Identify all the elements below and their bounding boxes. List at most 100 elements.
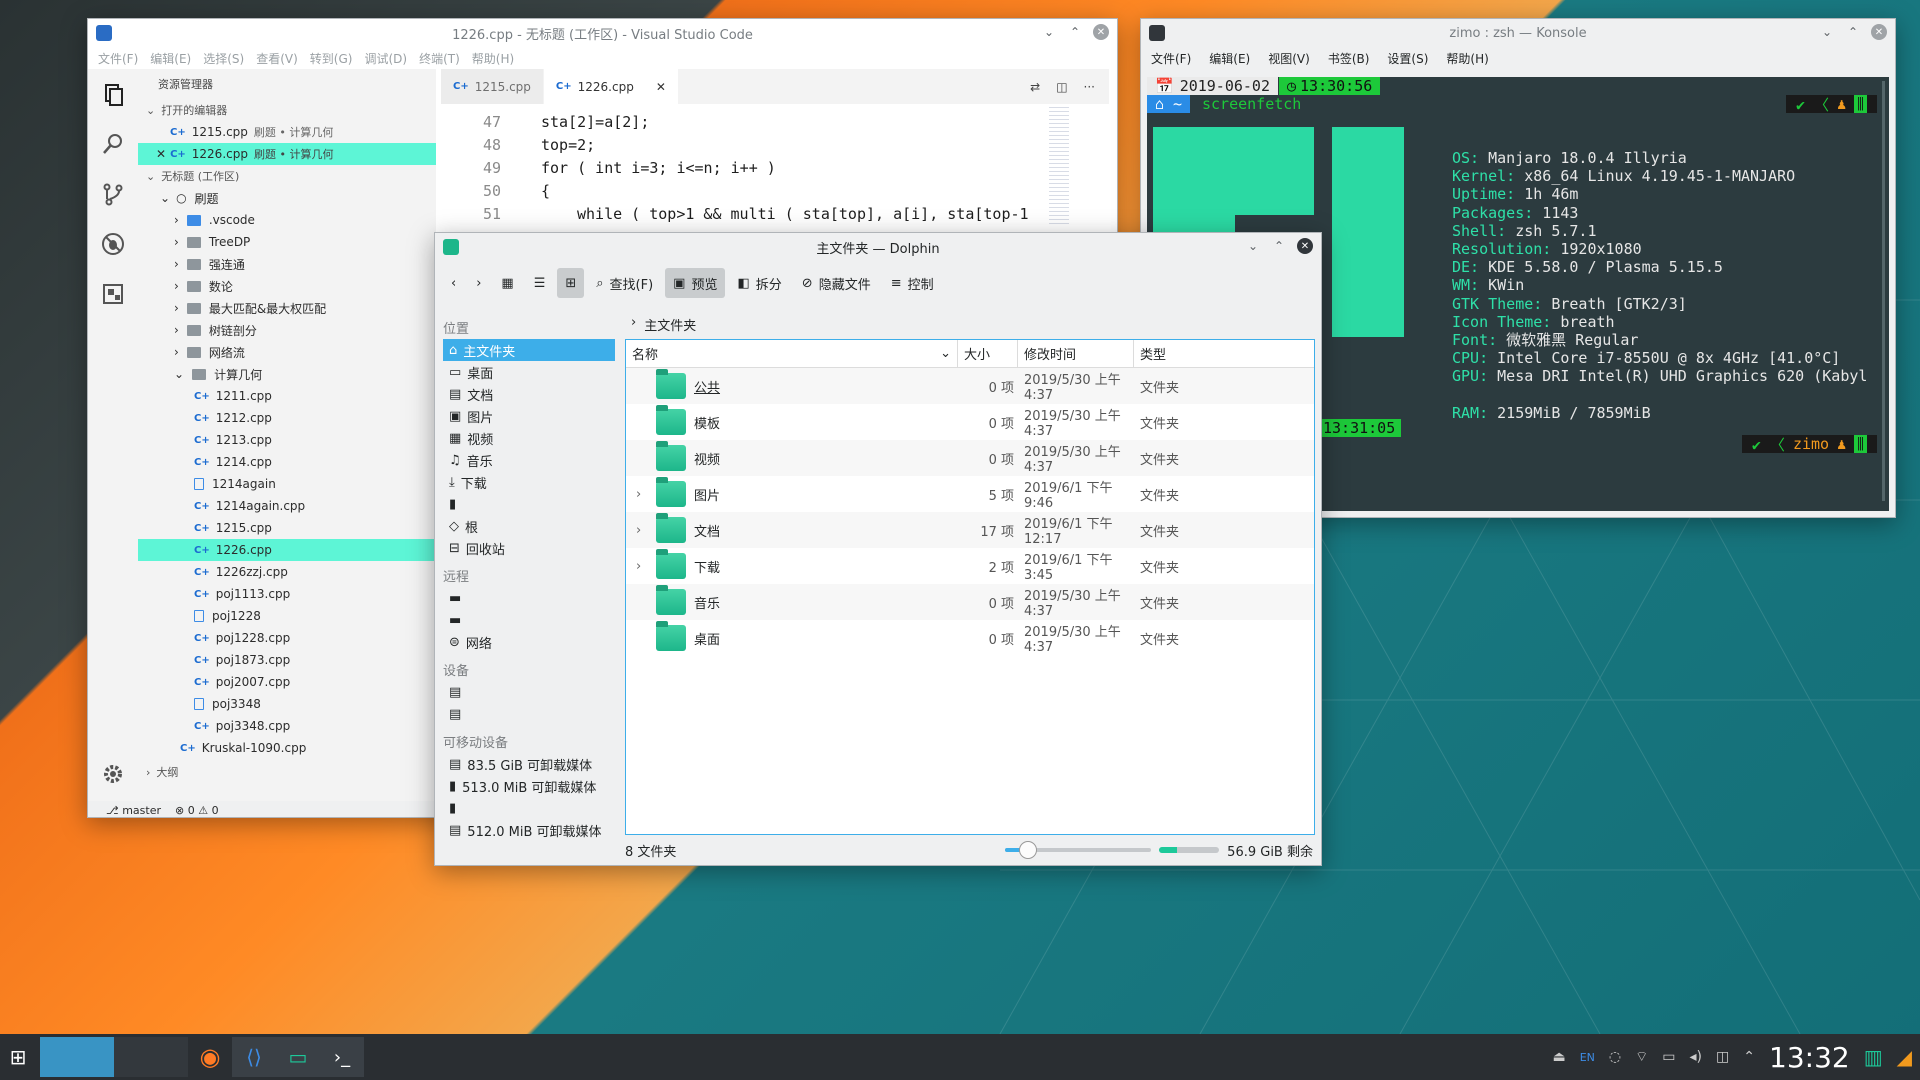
split-button[interactable]: ◧ 拆分: [729, 268, 789, 298]
tree-file[interactable]: C+ 1226zzj.cpp: [138, 561, 436, 583]
device-item[interactable]: ▤: [443, 681, 615, 703]
device-item[interactable]: ▤: [443, 703, 615, 725]
place-item[interactable]: ▤ 文档: [443, 383, 615, 405]
tree-file[interactable]: C+ poj1873.cpp: [138, 649, 436, 671]
problems-status[interactable]: ⊗ 0 ⚠ 0: [175, 804, 219, 817]
workspace-section[interactable]: ⌄ 无标题 (工作区): [138, 165, 436, 187]
remote-item[interactable]: ▬: [443, 587, 615, 609]
file-row[interactable]: › 文档 17 项 2019/6/1 下午12:17 文件夹: [626, 512, 1314, 548]
place-item[interactable]: ⊟ 回收站: [443, 537, 615, 559]
tree-file[interactable]: C+ 1213.cpp: [138, 429, 436, 451]
more-icon[interactable]: ···: [1084, 80, 1095, 94]
minimize-icon[interactable]: ⌄: [1819, 24, 1835, 40]
open-editors-section[interactable]: ⌄ 打开的编辑器: [138, 99, 436, 121]
details-view-button[interactable]: ⊞: [557, 268, 585, 298]
place-item[interactable]: ♫ 音乐: [443, 449, 615, 471]
tree-folder-root[interactable]: ⌄ ○ 刷题: [138, 187, 436, 209]
menu-bookmarks[interactable]: 书签(B): [1328, 50, 1370, 67]
menu-edit[interactable]: 编辑(E): [1209, 50, 1250, 67]
tree-file[interactable]: 1214again: [138, 473, 436, 495]
battery-icon[interactable]: ▭: [1662, 1049, 1675, 1065]
split-editor-icon[interactable]: ◫: [1056, 80, 1067, 94]
pager-desktop-2[interactable]: [114, 1037, 188, 1077]
menu-debug[interactable]: 调试(D): [364, 50, 407, 67]
column-name[interactable]: 名称 ⌄: [626, 339, 958, 368]
tree-file[interactable]: C+ 1211.cpp: [138, 385, 436, 407]
close-icon[interactable]: ✕: [656, 80, 666, 94]
place-item[interactable]: ▭ 桌面: [443, 361, 615, 383]
menu-edit[interactable]: 编辑(E): [150, 50, 191, 67]
compare-icon[interactable]: ⇄: [1030, 80, 1040, 94]
gear-icon[interactable]: [88, 749, 138, 799]
usb-icon[interactable]: ⏏: [1552, 1049, 1565, 1065]
close-icon[interactable]: ✕: [1093, 24, 1109, 40]
tree-folder[interactable]: › TreeDP: [138, 231, 436, 253]
compact-view-button[interactable]: ☰: [526, 268, 554, 298]
terminal-scrollbar[interactable]: [1882, 81, 1885, 501]
branch-status[interactable]: ⎇ master: [106, 804, 161, 817]
tree-file[interactable]: C+ poj1113.cpp: [138, 583, 436, 605]
konsole-task-icon[interactable]: ›_: [320, 1037, 364, 1077]
file-row[interactable]: 视频 0 项 2019/5/30 上午4:37 文件夹: [626, 440, 1314, 476]
vscode-task-icon[interactable]: ⟨⟩: [232, 1037, 276, 1077]
extensions-icon[interactable]: [88, 269, 138, 319]
close-icon[interactable]: ✕: [156, 147, 166, 161]
close-icon[interactable]: ✕: [1297, 238, 1313, 254]
display-icon[interactable]: ◫: [1716, 1049, 1729, 1065]
file-row[interactable]: › 图片 5 项 2019/6/1 下午9:46 文件夹: [626, 476, 1314, 512]
clipboard-icon[interactable]: ◌: [1609, 1049, 1621, 1065]
konsole-titlebar[interactable]: zimo : zsh — Konsole ⌄ ⌃ ✕: [1141, 19, 1895, 47]
find-button[interactable]: ⌕ 查找(F): [588, 268, 661, 298]
column-size[interactable]: 大小: [958, 339, 1018, 368]
tree-folder[interactable]: › 数论: [138, 275, 436, 297]
app-launcher-icon[interactable]: ⊞: [0, 1037, 36, 1077]
explorer-icon[interactable]: [88, 69, 138, 119]
menu-file[interactable]: 文件(F): [98, 50, 138, 67]
removable-item[interactable]: ▮: [443, 797, 615, 819]
place-item[interactable]: ▣ 图片: [443, 405, 615, 427]
tree-folder[interactable]: › 最大匹配&最大权匹配: [138, 297, 436, 319]
debug-icon[interactable]: [88, 219, 138, 269]
file-row[interactable]: 模板 0 项 2019/5/30 上午4:37 文件夹: [626, 404, 1314, 440]
dolphin-titlebar[interactable]: 主文件夹 — Dolphin ⌄ ⌃ ✕: [435, 233, 1321, 261]
tree-folder[interactable]: › 网络流: [138, 341, 436, 363]
place-item[interactable]: ⤓ 下载: [443, 471, 615, 493]
open-editor-item[interactable]: C+ 1215.cpp 刷题 • 计算几何: [138, 121, 436, 143]
column-type[interactable]: 类型: [1134, 340, 1194, 368]
preview-button[interactable]: ▣ 预览: [665, 268, 726, 298]
file-view[interactable]: 名称 ⌄ 大小 修改时间 类型 公共 0 项 2019/5/30 上午4:37 文…: [625, 339, 1315, 835]
firefox-icon[interactable]: ◉: [188, 1037, 232, 1077]
control-button[interactable]: ≡ 控制: [883, 268, 942, 298]
manjaro-icon[interactable]: ▥: [1864, 1045, 1883, 1069]
file-row[interactable]: 公共 0 项 2019/5/30 上午4:37 文件夹: [626, 368, 1314, 404]
open-editor-item-active[interactable]: ✕ C+ 1226.cpp 刷题 • 计算几何: [138, 143, 436, 165]
close-icon[interactable]: ✕: [1871, 24, 1887, 40]
tab-1215[interactable]: C+ 1215.cpp: [441, 69, 544, 104]
menu-view[interactable]: 视图(V): [1268, 50, 1310, 67]
outline-section[interactable]: › 大纲: [138, 761, 436, 783]
breadcrumb-home[interactable]: 主文件夹: [644, 315, 696, 334]
tree-file[interactable]: C+ 1214.cpp: [138, 451, 436, 473]
pager-desktop-1[interactable]: [40, 1037, 114, 1077]
place-item[interactable]: ▮: [443, 493, 615, 515]
menu-settings[interactable]: 设置(S): [1387, 50, 1428, 67]
tree-file[interactable]: poj3348: [138, 693, 436, 715]
maximize-icon[interactable]: ⌃: [1271, 238, 1287, 254]
tree-file[interactable]: C+ poj2007.cpp: [138, 671, 436, 693]
back-button[interactable]: ‹: [443, 268, 464, 298]
removable-item[interactable]: ▤ 512.0 MiB 可卸载媒体: [443, 819, 615, 841]
removable-item[interactable]: ▮ 513.0 MiB 可卸载媒体: [443, 775, 615, 797]
source-control-icon[interactable]: [88, 169, 138, 219]
tree-file[interactable]: C+ Kruskal-1090.cpp: [138, 737, 436, 759]
tree-folder[interactable]: ⌄ 计算几何: [138, 363, 436, 385]
menu-file[interactable]: 文件(F): [1151, 50, 1191, 67]
tree-folder[interactable]: › .vscode: [138, 209, 436, 231]
volume-icon[interactable]: ◂): [1690, 1049, 1703, 1065]
place-item[interactable]: ▦ 视频: [443, 427, 615, 449]
tree-file[interactable]: poj1228: [138, 605, 436, 627]
tree-file[interactable]: C+ poj1228.cpp: [138, 627, 436, 649]
menu-view[interactable]: 查看(V): [256, 50, 298, 67]
minimize-icon[interactable]: ⌄: [1245, 238, 1261, 254]
tree-folder[interactable]: › 强连通: [138, 253, 436, 275]
minimize-icon[interactable]: ⌄: [1041, 24, 1057, 40]
